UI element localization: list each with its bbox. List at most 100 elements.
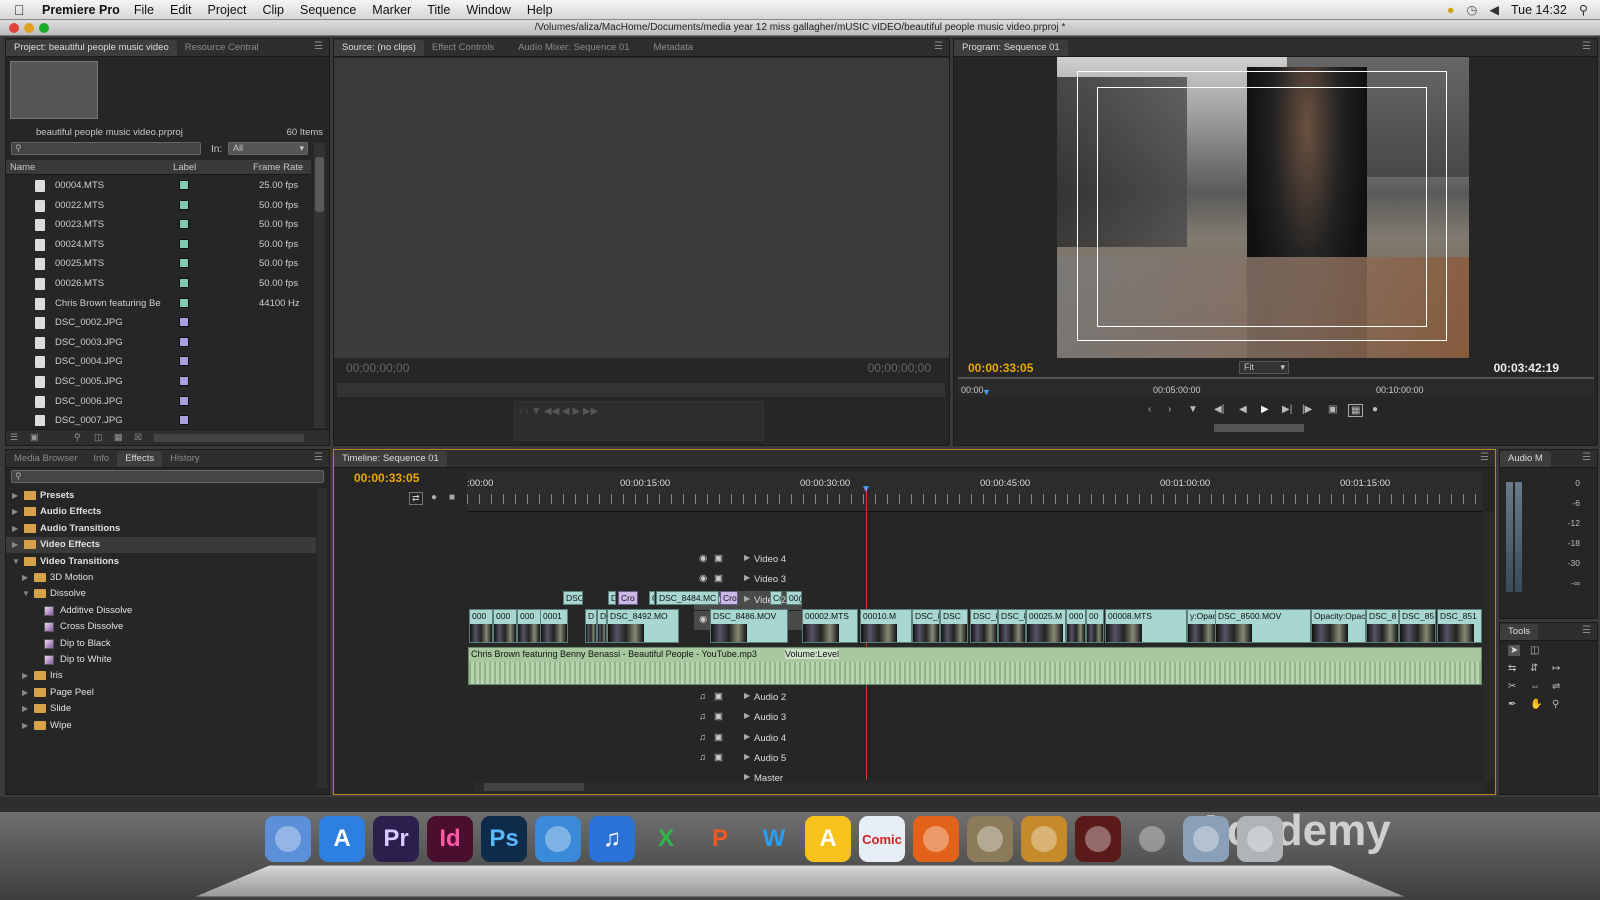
scroll-thumb[interactable] — [484, 783, 584, 791]
playhead-icon[interactable]: ▼ — [982, 387, 991, 397]
firefox-icon[interactable] — [913, 816, 959, 862]
effects-item[interactable]: ▶ Audio Transitions — [6, 521, 316, 537]
speaker-icon[interactable]: ♫ — [699, 752, 706, 763]
comic-life-icon[interactable]: Comic — [859, 816, 905, 862]
menu-clip[interactable]: Clip — [262, 3, 284, 17]
sync-lock-icon[interactable]: ▣ — [714, 573, 723, 584]
tab-media-browser[interactable]: Media Browser — [6, 451, 85, 467]
effects-search-input[interactable]: ⚲ — [11, 470, 324, 483]
time-machine-icon[interactable]: ◷ — [1466, 2, 1477, 17]
sync-lock-icon[interactable]: ▣ — [714, 752, 723, 763]
tab-resource-central[interactable]: Resource Central — [177, 40, 267, 56]
effects-item[interactable]: ▶ Wipe — [6, 718, 316, 734]
cocktail-icon[interactable] — [1021, 816, 1067, 862]
expand-track-icon[interactable]: ▶ — [744, 573, 750, 582]
header-frame-rate[interactable]: Frame Rate — [253, 162, 303, 173]
expand-track-icon[interactable]: ▶ — [744, 772, 750, 781]
jog-shuttle[interactable] — [1214, 424, 1304, 432]
close-window-icon[interactable] — [9, 23, 19, 33]
menu-edit[interactable]: Edit — [170, 3, 192, 17]
project-scrollbar[interactable] — [314, 143, 325, 428]
video1-clip[interactable]: 000 — [517, 609, 541, 643]
header-name[interactable]: Name — [10, 162, 35, 173]
video1-clip[interactable]: 00008.MTS — [1105, 609, 1187, 643]
go-to-out-icon[interactable]: |▶ — [1302, 404, 1312, 415]
project-item[interactable]: 00022.MTS 50.00 fps — [6, 196, 311, 216]
video1-clip[interactable]: DSC — [940, 609, 968, 643]
track-header[interactable]: ♫ ▣ ▶ Audio 5 — [694, 749, 802, 768]
effects-item[interactable]: Cross Dissolve — [6, 619, 316, 635]
apple-icon[interactable]:  — [14, 2, 32, 18]
effects-item[interactable]: ▶ Iris — [6, 668, 316, 684]
project-item[interactable]: 00023.MTS 50.00 fps — [6, 215, 311, 235]
marker-icon[interactable]: ▼ — [1188, 404, 1198, 415]
menu-window[interactable]: Window — [466, 3, 510, 17]
label-swatch[interactable] — [179, 415, 189, 426]
tab-source[interactable]: Source: (no clips) — [334, 40, 424, 56]
step-forward-icon[interactable]: › — [1168, 404, 1171, 415]
video1-clip[interactable]: DSC_8 — [970, 609, 998, 643]
chevron-right-icon[interactable]: ▶ — [22, 668, 28, 684]
track-header[interactable]: ♫ ▣ ▶ Audio 3 — [694, 708, 802, 727]
rolling-edit-tool-icon[interactable]: ⇵ — [1530, 663, 1538, 674]
effects-item[interactable]: ▼ Dissolve — [6, 586, 316, 602]
chevron-right-icon[interactable]: ▶ — [12, 504, 18, 520]
tab-metadata[interactable]: Metadata — [646, 40, 702, 56]
list-view-icon[interactable]: ☰ — [10, 432, 18, 443]
eye-icon[interactable]: ◉ — [699, 614, 707, 625]
video1-clip[interactable]: DSC_8492.MO — [607, 609, 679, 643]
program-ruler[interactable]: 00:00 00:05:00:00 00:10:00:00 ▼ — [958, 377, 1594, 397]
label-swatch[interactable] — [179, 336, 189, 347]
label-swatch[interactable] — [179, 199, 189, 210]
video1-clip[interactable]: D — [585, 609, 597, 643]
selection-tool-icon[interactable]: ➤ — [1508, 645, 1521, 656]
video1-clip[interactable]: DSC_8486.MOV — [710, 609, 788, 643]
rewind-icon[interactable]: ◀ — [1239, 404, 1247, 415]
track-header[interactable]: ◉ ▣ ▶ Video 3 — [694, 570, 802, 589]
clear-icon[interactable]: ☒ — [134, 432, 142, 443]
chevron-right-icon[interactable]: ▶ — [12, 488, 18, 504]
tab-tools[interactable]: Tools — [1500, 624, 1539, 640]
panel-menu-icon[interactable]: ☰ — [314, 41, 323, 52]
menu-marker[interactable]: Marker — [372, 3, 411, 17]
safari-icon[interactable] — [535, 816, 581, 862]
video1-clip[interactable]: 000 — [493, 609, 517, 643]
hand-tool-icon[interactable]: ✋ — [1530, 699, 1542, 710]
razor-tool-icon[interactable]: ✂ — [1508, 681, 1516, 692]
effects-item[interactable]: ▶ 3D Motion — [6, 570, 316, 586]
go-to-in-icon[interactable]: ◀| — [1214, 404, 1224, 415]
status-moon-icon[interactable]: ● — [1447, 3, 1455, 17]
project-item[interactable]: DSC_0006.JPG — [6, 392, 311, 412]
source-tc-left[interactable]: 00;00;00;00 — [346, 361, 409, 375]
expand-track-icon[interactable]: ▶ — [744, 691, 750, 700]
step-back-icon[interactable]: ‹ — [1148, 404, 1151, 415]
expand-track-icon[interactable]: ▶ — [744, 711, 750, 720]
track-select-tool-icon[interactable]: ◫ — [1530, 645, 1539, 656]
ripple-edit-tool-icon[interactable]: ⇆ — [1508, 663, 1516, 674]
video1-clip[interactable]: 00025.M — [1026, 609, 1066, 643]
volume-icon[interactable]: ◀ — [1489, 2, 1499, 17]
spotlight-icon[interactable]: ⚲ — [1579, 2, 1588, 17]
expand-track-icon[interactable]: ▶ — [744, 553, 750, 562]
lift-icon[interactable]: ▣ — [1328, 404, 1337, 415]
chevron-right-icon[interactable]: ▶ — [22, 701, 28, 717]
track-header[interactable]: ♫ ▣ ▶ Audio 2 — [694, 688, 802, 707]
project-item[interactable]: DSC_0003.JPG — [6, 333, 311, 353]
slide-tool-icon[interactable]: ⇌ — [1552, 681, 1560, 692]
tab-audio-meter[interactable]: Audio M — [1500, 451, 1551, 467]
in-dropdown[interactable]: All ▾ — [228, 142, 308, 155]
icon-view-icon[interactable]: ▣ — [30, 432, 39, 443]
label-swatch[interactable] — [179, 395, 189, 406]
find-icon[interactable]: ⚲ — [74, 432, 81, 443]
tab-project[interactable]: Project: beautiful people music video — [6, 40, 177, 56]
video1-clip[interactable]: D — [597, 609, 607, 643]
chevron-down-icon[interactable]: ▼ — [22, 586, 30, 602]
panel-menu-icon[interactable]: ☰ — [1582, 452, 1591, 463]
play-icon[interactable]: ▶ — [1261, 404, 1269, 415]
label-swatch[interactable] — [179, 180, 189, 190]
source-scrubber[interactable] — [337, 383, 945, 397]
preview-icon[interactable] — [1183, 816, 1229, 862]
chevron-right-icon[interactable]: ▶ — [22, 718, 28, 734]
video2-clip[interactable]: DSC — [563, 591, 583, 605]
pen-tool-icon[interactable]: ✒ — [1508, 699, 1516, 710]
